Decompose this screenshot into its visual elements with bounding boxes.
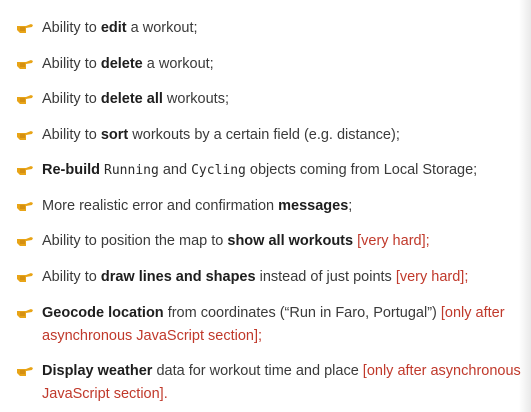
pointing-hand-icon bbox=[17, 202, 33, 211]
pointing-hand-icon bbox=[17, 131, 33, 140]
pointing-hand-icon bbox=[17, 24, 33, 33]
pointing-hand-icon bbox=[17, 95, 33, 104]
pointing-hand-icon bbox=[17, 166, 33, 175]
pointing-hand-icon bbox=[17, 237, 33, 246]
page: { "colors": { "icon": "#e8a417", "accent… bbox=[0, 0, 531, 412]
pointing-hand-icon bbox=[17, 60, 33, 69]
pointing-hand-icon bbox=[17, 309, 33, 318]
pointing-hand-icon bbox=[17, 367, 33, 376]
edge-shadow bbox=[519, 0, 531, 412]
pointing-hand-icon bbox=[17, 273, 33, 282]
